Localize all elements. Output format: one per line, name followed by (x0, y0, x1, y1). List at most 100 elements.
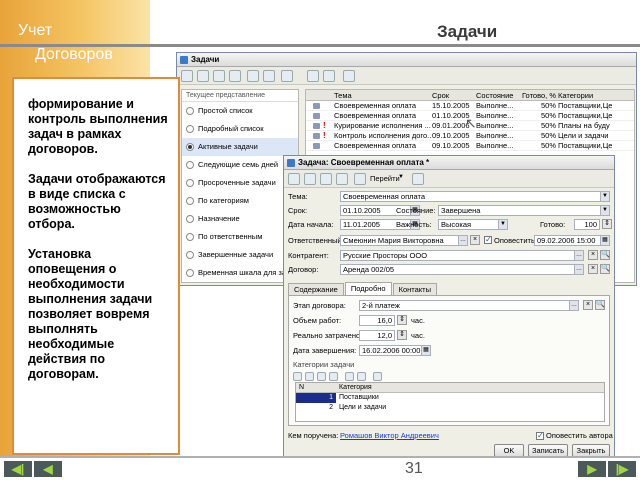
table-row[interactable]: 1 Поставщики (296, 393, 604, 403)
radio-icon[interactable] (186, 215, 194, 223)
clear-icon[interactable]: × (583, 300, 593, 310)
state-select[interactable]: Завершена ▼ (438, 205, 610, 216)
topic-field[interactable]: Своевременная оплата ▼ (340, 191, 610, 202)
chevron-down-icon[interactable]: ▼ (498, 220, 507, 229)
column-header-due[interactable]: Срок (432, 90, 476, 100)
view-option[interactable]: Просроченные задачи (182, 174, 298, 192)
ready-percent-field[interactable]: 100 (574, 219, 600, 230)
calendar-icon[interactable]: ▦ (421, 346, 430, 355)
column-header-done[interactable]: Готово, % (522, 90, 558, 100)
tab-contacts[interactable]: Контакты (392, 283, 437, 295)
view-option[interactable]: Активные задачи (182, 138, 298, 156)
table-row[interactable]: Своевременная оплата 15.10.2005 Выполне...… (306, 101, 634, 111)
edit-icon[interactable] (213, 70, 225, 82)
table-row[interactable]: Своевременная оплата 09.10.2005 Выполне...… (306, 141, 634, 151)
view-group-title: Текущее представление (182, 90, 298, 102)
work-volume-stepper[interactable]: ⇕ (397, 315, 407, 325)
view-option[interactable]: Подробный список (182, 120, 298, 138)
radio-icon[interactable] (186, 197, 194, 205)
delete-icon[interactable] (229, 70, 241, 82)
add-icon[interactable] (293, 372, 302, 381)
ellipsis-icon[interactable]: … (569, 301, 578, 310)
responsible-field[interactable]: Смеюнин Мария Викторовна… (340, 235, 468, 246)
work-volume-field[interactable]: 16,0 (359, 315, 395, 326)
view-option[interactable]: По ответственным (182, 228, 298, 246)
view-option[interactable]: Временная шкала для за (182, 264, 298, 282)
actual-spent-stepper[interactable]: ⇕ (397, 330, 407, 340)
radio-icon[interactable] (186, 233, 194, 241)
chevron-down-icon[interactable]: ▼ (600, 206, 609, 215)
move-down-icon[interactable] (357, 372, 366, 381)
radio-icon[interactable] (186, 125, 194, 133)
sort-icon[interactable] (373, 372, 382, 381)
help-icon[interactable] (412, 173, 424, 185)
open-icon[interactable]: 🔍 (595, 300, 605, 310)
column-header-categories[interactable]: Категории (558, 90, 634, 100)
radio-icon[interactable] (186, 161, 194, 169)
add-icon[interactable] (181, 70, 193, 82)
tab-details[interactable]: Подробно (344, 282, 392, 295)
ellipsis-icon[interactable]: … (574, 251, 583, 260)
chevron-down-icon[interactable]: ▼ (398, 174, 404, 180)
open-icon[interactable]: 🔍 (600, 264, 610, 274)
previous-slide-icon[interactable]: ◀ (34, 461, 62, 477)
clear-icon[interactable]: × (588, 264, 598, 274)
calendar-icon[interactable]: ▦ (600, 236, 609, 245)
table-row[interactable]: 2 Цели и задачи (296, 403, 604, 413)
radio-icon[interactable] (186, 107, 194, 115)
save-icon[interactable] (288, 173, 300, 185)
dropdown-icon[interactable]: ▼ (600, 192, 609, 201)
refresh-icon[interactable] (307, 70, 319, 82)
column-header-n[interactable]: N (296, 383, 336, 392)
move-up-icon[interactable] (345, 372, 354, 381)
notify-checkbox[interactable] (484, 235, 492, 244)
view-option[interactable]: Следующие семь дней (182, 156, 298, 174)
delete-icon[interactable] (329, 372, 338, 381)
view-option[interactable]: Завершенные задачи (182, 246, 298, 264)
counterparty-field[interactable]: Русские Просторы ООО… (340, 250, 584, 261)
copy-icon[interactable] (197, 70, 209, 82)
view-option[interactable]: Назначение (182, 210, 298, 228)
first-slide-icon[interactable]: ◀| (4, 461, 32, 477)
tab-content[interactable]: Содержание (288, 283, 344, 295)
assigned-by-link[interactable]: Ромашов Виктор Андреевич (340, 431, 439, 441)
ellipsis-icon[interactable]: … (574, 265, 583, 274)
completion-date-field[interactable]: 16.02.2006 00:00 ▦ (359, 345, 431, 356)
stage-field[interactable]: 2-й платеж… (359, 300, 579, 311)
clear-icon[interactable]: × (588, 250, 598, 260)
column-header-topic[interactable]: Тема (334, 90, 432, 100)
undo-icon[interactable] (336, 173, 348, 185)
notify-author-checkbox[interactable] (536, 431, 544, 440)
edit-icon[interactable] (317, 372, 326, 381)
actual-spent-field[interactable]: 12,0 (359, 330, 395, 341)
open-icon[interactable]: 🔍 (600, 250, 610, 260)
goto-menu[interactable]: Перейти (370, 174, 400, 183)
importance-select[interactable]: Высокая ▼ (438, 219, 508, 230)
table-row[interactable]: ! Контроль исполнения дого... 09.10.2005 Вы… (306, 131, 634, 141)
notify-datetime-field[interactable]: 09.02.2006 15:00 ▦ (534, 235, 610, 246)
radio-icon[interactable] (186, 269, 194, 277)
ellipsis-icon[interactable]: … (458, 236, 467, 245)
view-option[interactable]: Простой список (182, 102, 298, 120)
find-icon[interactable] (323, 70, 335, 82)
radio-icon[interactable] (186, 179, 194, 187)
copy-icon[interactable] (305, 372, 314, 381)
copy-icon[interactable] (304, 173, 316, 185)
settings-icon[interactable] (343, 70, 355, 82)
contract-field[interactable]: Аренда 002/05… (340, 264, 584, 275)
clear-icon[interactable]: × (470, 235, 480, 245)
ready-stepper[interactable]: ⇕ (602, 219, 612, 229)
last-slide-icon[interactable]: |▶ (608, 461, 636, 477)
cell-due: 09.10.2005 (432, 131, 470, 140)
next-slide-icon[interactable]: ▶ (578, 461, 606, 477)
radio-icon[interactable] (186, 251, 194, 259)
view-option[interactable]: По категориям (182, 192, 298, 210)
column-header-state[interactable]: Состояние (476, 90, 522, 100)
filter-icon[interactable] (247, 70, 259, 82)
navigate-icon[interactable] (354, 173, 366, 185)
column-header-category[interactable]: Категория (336, 383, 604, 392)
print-icon[interactable] (320, 173, 332, 185)
sort-icon[interactable] (263, 70, 275, 82)
view-icon[interactable] (281, 70, 293, 82)
radio-icon[interactable] (186, 143, 194, 151)
